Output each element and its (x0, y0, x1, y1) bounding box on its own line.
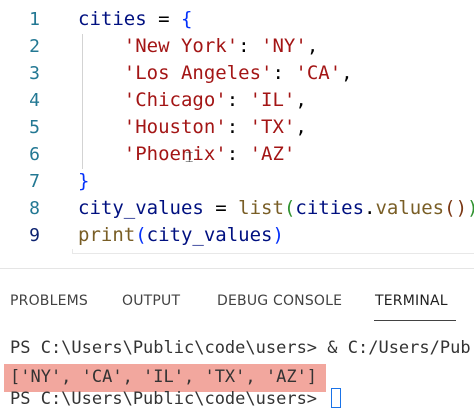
code-token: ( (283, 197, 296, 219)
code-token: 'Phoenix' (123, 143, 227, 165)
code-token: , (295, 116, 307, 138)
code-token: 'CA' (295, 62, 342, 84)
code-token: : (226, 116, 250, 138)
terminal-output-line: ['NY', 'CA', 'IL', 'TX', 'AZ'] (10, 367, 318, 387)
code-token: , (341, 62, 353, 84)
code-token: city_values (78, 197, 204, 219)
bottom-panel: PROBLEMS OUTPUT DEBUG CONSOLE TERMINAL P… (0, 268, 474, 418)
tab-output[interactable]: OUTPUT (122, 293, 180, 309)
code-line[interactable]: 9 print(city_values) (0, 222, 474, 249)
code-token: { (180, 8, 193, 30)
terminal-prompt: PS C:\Users\Public\code\users> (10, 389, 328, 409)
line-number: 7 (29, 171, 40, 192)
line-number: 3 (29, 63, 40, 84)
code-token: values (375, 197, 445, 219)
code-token: } (78, 170, 90, 192)
tab-terminal[interactable]: TERMINAL (375, 293, 448, 309)
code-token: 'IL' (249, 89, 296, 111)
code-token: 'TX' (249, 116, 296, 138)
code-token: print (78, 224, 136, 246)
code-token: city_values (146, 224, 273, 246)
code-token: ( (444, 197, 456, 219)
code-token: 'AZ' (249, 143, 296, 165)
code-token: , (295, 89, 307, 111)
code-line[interactable]: 7} (0, 168, 474, 195)
code-token: cities (295, 197, 365, 219)
code-text: cities = { (78, 6, 192, 33)
code-text: 'New York': 'NY', (78, 33, 319, 60)
code-token: , (306, 35, 319, 57)
code-text: print(city_values) (78, 222, 284, 249)
code-token: = (203, 197, 239, 219)
code-token: : (238, 35, 262, 57)
code-line[interactable]: 3 'Los Angeles': 'CA', (0, 60, 474, 87)
code-text: 'Chicago': 'IL', (78, 87, 307, 114)
line-number: 6 (29, 144, 40, 165)
tab-debug-console[interactable]: DEBUG CONSOLE (217, 293, 342, 309)
line-number: 4 (29, 90, 40, 111)
terminal-command-line: PS C:\Users\Public\code\users> & C:/User… (10, 338, 471, 358)
code-token: 'Los Angeles' (123, 62, 273, 84)
code-text: 'Los Angeles': 'CA', (78, 60, 353, 87)
panel-tabs: PROBLEMS OUTPUT DEBUG CONSOLE TERMINAL (0, 269, 474, 327)
code-token: = (146, 8, 181, 30)
code-token: 'New York' (123, 35, 239, 57)
code-line[interactable]: 2 'New York': 'NY', (0, 33, 474, 60)
code-token: 'Houston' (123, 116, 227, 138)
code-text: } (78, 168, 89, 195)
tab-problems[interactable]: PROBLEMS (10, 293, 88, 309)
code-token: 'NY' (261, 35, 307, 57)
code-token: 'Chicago' (123, 89, 227, 111)
code-line[interactable]: 6 'Phoenix': 'AZ' (0, 141, 474, 168)
text-cursor-icon: ⌶ (185, 150, 194, 166)
line-number: 5 (29, 117, 40, 138)
line-number: 8 (29, 198, 40, 219)
line-number: 9 (29, 225, 40, 246)
code-editor[interactable]: 1 cities = {2 'New York': 'NY', 3 'Los Ang… (0, 0, 474, 268)
code-token: : (272, 62, 296, 84)
code-line[interactable]: 5 'Houston': 'TX', (0, 114, 474, 141)
code-token: ) (455, 197, 468, 219)
active-tab-indicator (374, 320, 456, 321)
terminal-cursor (331, 388, 342, 408)
code-line[interactable]: 1 cities = { (0, 6, 474, 33)
code-token: : (226, 143, 250, 165)
code-token: . (364, 197, 376, 219)
code-token: ) (272, 224, 284, 246)
code-token: cities (78, 8, 147, 30)
code-token: ) (467, 197, 474, 219)
code-line[interactable]: 8city_values = list(cities.values()) (0, 195, 474, 222)
code-text: 'Houston': 'TX', (78, 114, 307, 141)
code-line[interactable]: 4 'Chicago': 'IL', (0, 87, 474, 114)
line-number: 2 (29, 36, 40, 57)
code-token: list (238, 197, 284, 219)
terminal-prompt-line[interactable]: PS C:\Users\Public\code\users> (10, 387, 342, 411)
code-text: city_values = list(cities.values()) (78, 195, 474, 222)
code-token: ( (135, 224, 147, 246)
line-number: 1 (29, 9, 40, 30)
code-token: : (226, 89, 250, 111)
